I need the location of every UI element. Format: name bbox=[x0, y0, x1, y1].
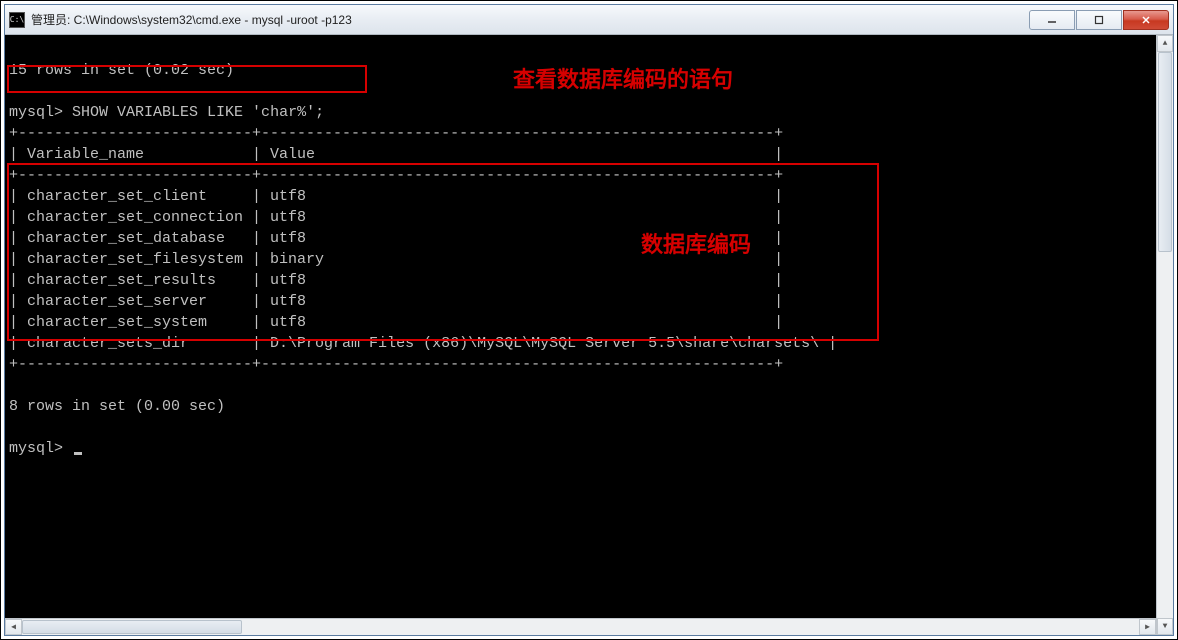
table-row: | character_set_connection | utf8 | bbox=[9, 209, 783, 226]
terminal-content: 15 rows in set (0.02 sec) mysql> SHOW VA… bbox=[5, 39, 1173, 459]
table-header: | Variable_name | Value | bbox=[9, 146, 783, 163]
minimize-button[interactable] bbox=[1029, 10, 1075, 30]
window-controls bbox=[1029, 10, 1169, 30]
scroll-thumb-h[interactable] bbox=[22, 620, 242, 634]
scroll-track-v[interactable] bbox=[1157, 52, 1173, 618]
screenshot-frame: C:\ 管理员: C:\Windows\system32\cmd.exe - m… bbox=[0, 0, 1178, 640]
result-summary: 8 rows in set (0.00 sec) bbox=[9, 398, 225, 415]
table-sep-bot: +--------------------------+------------… bbox=[9, 356, 783, 373]
close-button[interactable] bbox=[1123, 10, 1169, 30]
table-row: | character_set_results | utf8 | bbox=[9, 272, 783, 289]
prev-result-line: 15 rows in set (0.02 sec) bbox=[9, 62, 234, 79]
table-row: | character_set_system | utf8 | bbox=[9, 314, 783, 331]
table-sep-top: +--------------------------+------------… bbox=[9, 125, 783, 142]
table-row: | character_set_filesystem | binary | bbox=[9, 251, 783, 268]
scroll-down-button[interactable]: ▼ bbox=[1157, 618, 1173, 635]
scroll-right-button[interactable]: ▶ bbox=[1139, 619, 1156, 635]
table-row: | character_set_client | utf8 | bbox=[9, 188, 783, 205]
window-title: 管理员: C:\Windows\system32\cmd.exe - mysql… bbox=[31, 11, 1029, 28]
vertical-scrollbar[interactable]: ▲ ▼ bbox=[1156, 35, 1173, 635]
table-sep-mid: +--------------------------+------------… bbox=[9, 167, 783, 184]
table-row: | character_sets_dir | D:\Program Files … bbox=[9, 335, 837, 352]
titlebar[interactable]: C:\ 管理员: C:\Windows\system32\cmd.exe - m… bbox=[5, 5, 1173, 35]
cursor bbox=[74, 452, 82, 455]
sql-query: SHOW VARIABLES LIKE 'char%'; bbox=[72, 104, 324, 121]
prompt: mysql> bbox=[9, 104, 63, 121]
terminal[interactable]: 15 rows in set (0.02 sec) mysql> SHOW VA… bbox=[5, 35, 1173, 635]
scroll-left-button[interactable]: ◀ bbox=[5, 619, 22, 635]
scroll-track-h[interactable] bbox=[22, 619, 1139, 635]
horizontal-scrollbar[interactable]: ◀ ▶ bbox=[5, 618, 1156, 635]
prompt: mysql> bbox=[9, 440, 63, 457]
cmd-window: C:\ 管理员: C:\Windows\system32\cmd.exe - m… bbox=[4, 4, 1174, 636]
cmd-icon: C:\ bbox=[9, 12, 25, 28]
table-row: | character_set_server | utf8 | bbox=[9, 293, 783, 310]
scroll-up-button[interactable]: ▲ bbox=[1157, 35, 1173, 52]
scroll-thumb-v[interactable] bbox=[1158, 52, 1172, 252]
table-row: | character_set_database | utf8 | bbox=[9, 230, 783, 247]
maximize-button[interactable] bbox=[1076, 10, 1122, 30]
